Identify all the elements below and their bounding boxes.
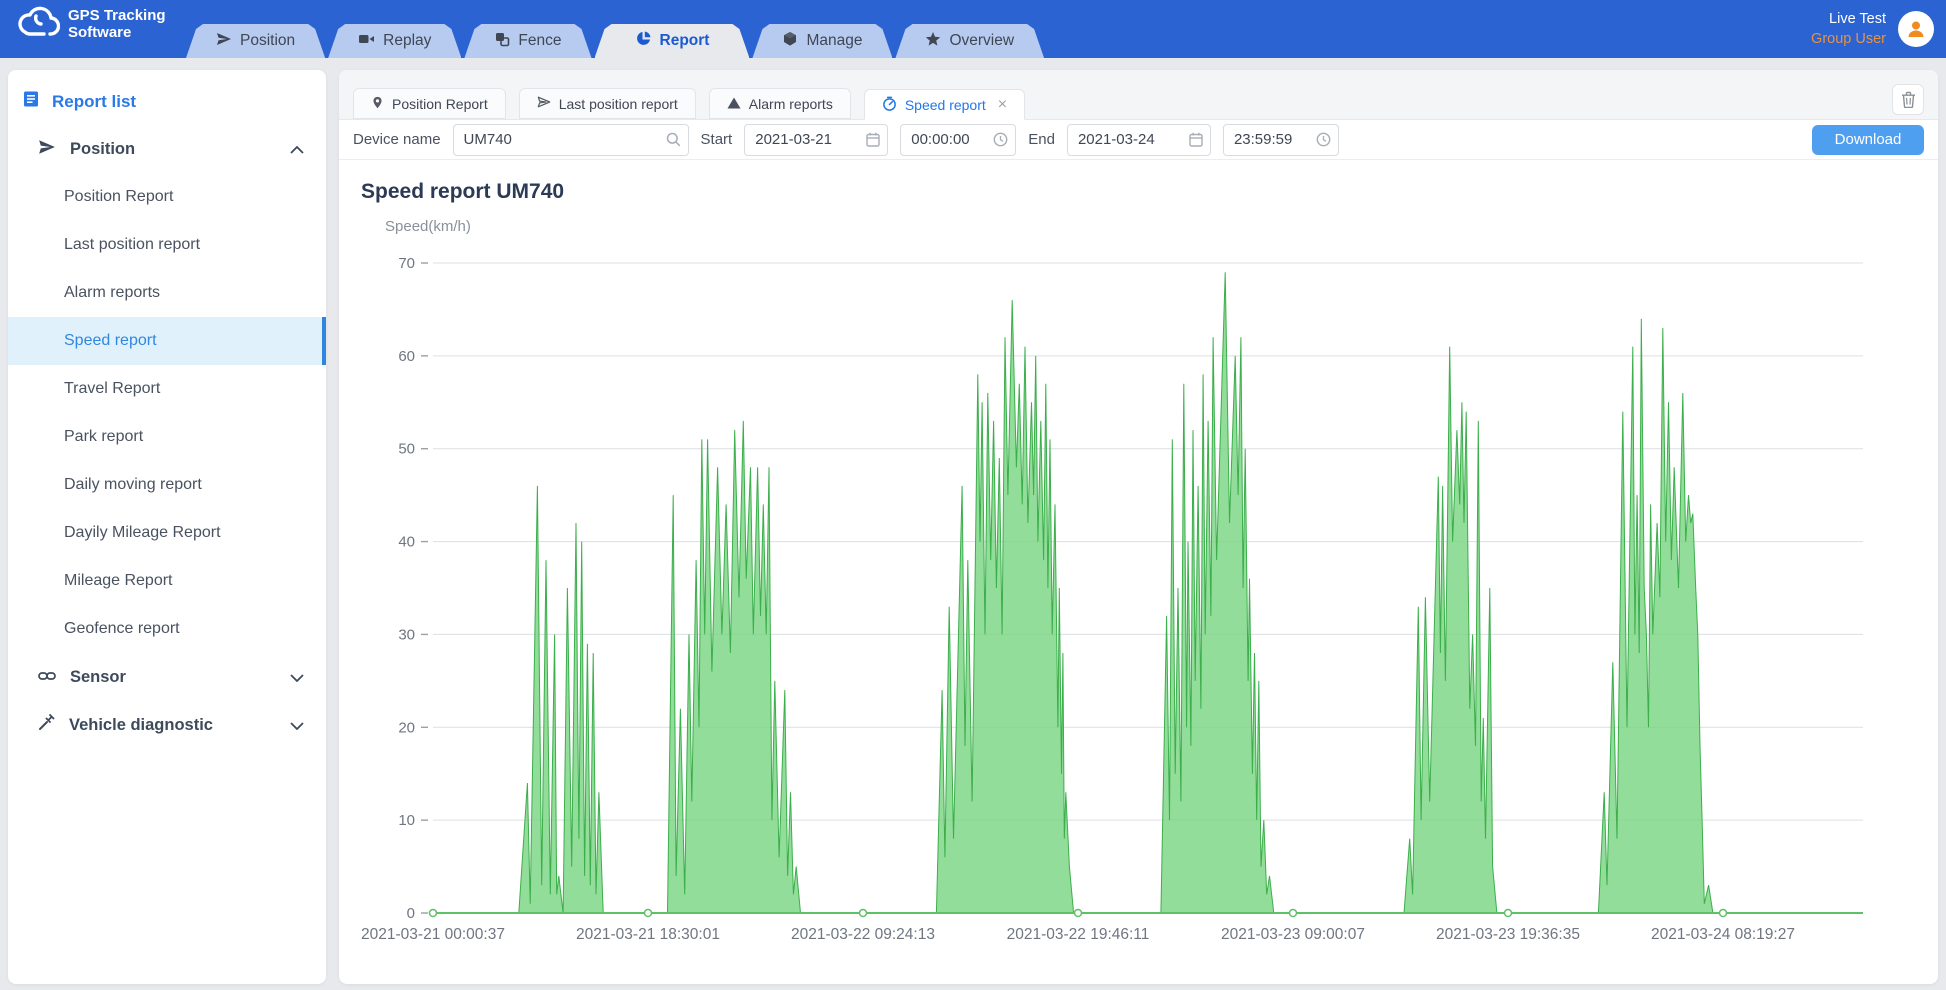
sidebar-item-travel-report[interactable]: Travel Report xyxy=(8,365,326,413)
start-date-field xyxy=(744,124,888,156)
send-icon xyxy=(38,138,56,161)
chart-title: Speed report UM740 xyxy=(339,160,1938,208)
video-camera-icon xyxy=(358,32,375,51)
svg-text:30: 30 xyxy=(398,626,415,643)
svg-text:50: 50 xyxy=(398,441,415,458)
svg-text:2021-03-21 18:30:01: 2021-03-21 18:30:01 xyxy=(576,926,720,943)
chevron-up-icon xyxy=(290,140,304,159)
tab-position-report[interactable]: Position Report xyxy=(353,88,506,119)
avatar[interactable] xyxy=(1898,11,1934,47)
nav-tab-fence[interactable]: Fence xyxy=(464,24,591,58)
start-label: Start xyxy=(701,131,733,148)
end-date-input[interactable] xyxy=(1067,124,1211,156)
svg-text:2021-03-23 19:36:35: 2021-03-23 19:36:35 xyxy=(1436,926,1580,943)
nav-tab-overview[interactable]: Overview xyxy=(895,24,1044,58)
y-axis-label: Speed(km/h) xyxy=(339,208,1938,237)
fence-icon xyxy=(494,31,510,52)
report-list-header: Report list xyxy=(8,76,326,125)
nav-tab-position[interactable]: Position xyxy=(186,24,325,58)
send-icon xyxy=(216,31,232,52)
svg-text:2021-03-23 09:00:07: 2021-03-23 09:00:07 xyxy=(1221,926,1365,943)
download-button[interactable]: Download xyxy=(1812,125,1924,155)
end-time-field xyxy=(1223,124,1339,156)
close-icon[interactable]: × xyxy=(998,96,1007,114)
svg-text:0: 0 xyxy=(407,905,415,922)
chevron-down-icon xyxy=(290,716,304,735)
app-logo: GPS Tracking Software xyxy=(0,4,186,55)
cube-icon xyxy=(782,31,798,52)
sidebar-section-vehicle-diagnostic[interactable]: Vehicle diagnostic xyxy=(8,701,326,749)
star-icon xyxy=(925,31,941,52)
top-nav: GPS Tracking Software Position Replay Fe… xyxy=(0,0,1946,58)
report-tab-bar: Position Report Last position report Ala… xyxy=(339,70,1938,120)
svg-text:2021-03-21 00:00:37: 2021-03-21 00:00:37 xyxy=(361,926,505,943)
nav-tab-manage[interactable]: Manage xyxy=(752,24,892,58)
report-main-panel: Position Report Last position report Ala… xyxy=(339,70,1938,984)
svg-text:60: 60 xyxy=(398,348,415,365)
user-role: Group User xyxy=(1811,29,1886,49)
chevron-down-icon xyxy=(290,668,304,687)
tab-last-position-report[interactable]: Last position report xyxy=(519,88,696,119)
pie-chart-icon xyxy=(635,30,652,52)
map-pin-icon xyxy=(371,95,384,113)
user-name: Live Test xyxy=(1811,9,1886,29)
svg-text:20: 20 xyxy=(398,719,415,736)
sidebar-section-sensor[interactable]: Sensor xyxy=(8,653,326,701)
sidebar-item-daily-moving-report[interactable]: Daily moving report xyxy=(8,461,326,509)
start-time-field xyxy=(900,124,1016,156)
sidebar-item-mileage-report[interactable]: Mileage Report xyxy=(8,557,326,605)
svg-text:2021-03-22 09:24:13: 2021-03-22 09:24:13 xyxy=(791,926,935,943)
sidebar-item-alarm-reports[interactable]: Alarm reports xyxy=(8,269,326,317)
sidebar-item-speed-report[interactable]: Speed report xyxy=(8,317,326,365)
user-info: Live Test Group User xyxy=(1811,9,1886,49)
warning-triangle-icon xyxy=(727,96,741,112)
device-name-label: Device name xyxy=(353,131,441,148)
svg-text:70: 70 xyxy=(398,255,415,272)
report-sidebar: Report list Position Position Report Las… xyxy=(8,70,326,984)
sidebar-item-geofence-report[interactable]: Geofence report xyxy=(8,605,326,653)
tab-speed-report[interactable]: Speed report × xyxy=(864,89,1025,120)
end-date-field xyxy=(1067,124,1211,156)
cloud-logo-icon xyxy=(14,4,60,45)
speed-chart: 0 10 20 30 40 50 60 70 2021-03-21 00:00:37 2021-0… xyxy=(339,237,1938,984)
svg-text:40: 40 xyxy=(398,534,415,551)
start-time-input[interactable] xyxy=(900,124,1016,156)
sidebar-item-position-report[interactable]: Position Report xyxy=(8,173,326,221)
device-name-field xyxy=(453,124,689,156)
document-icon xyxy=(22,90,40,113)
wrench-icon xyxy=(38,714,55,736)
end-label: End xyxy=(1028,131,1055,148)
app-title: GPS Tracking Software xyxy=(68,7,166,41)
start-date-input[interactable] xyxy=(744,124,888,156)
nav-tab-replay[interactable]: Replay xyxy=(328,24,461,58)
person-icon xyxy=(1905,18,1927,40)
svg-text:10: 10 xyxy=(398,812,415,829)
sidebar-item-last-position-report[interactable]: Last position report xyxy=(8,221,326,269)
user-area: Live Test Group User xyxy=(1811,0,1934,58)
delete-tabs-button[interactable] xyxy=(1892,84,1924,115)
nav-tab-report[interactable]: Report xyxy=(595,24,750,58)
sidebar-item-dayily-mileage-report[interactable]: Dayily Mileage Report xyxy=(8,509,326,557)
main-nav-tabs: Position Replay Fence Report Manage Over… xyxy=(186,24,1047,58)
device-name-input[interactable] xyxy=(453,124,689,156)
sidebar-section-position[interactable]: Position xyxy=(8,125,326,173)
link-icon xyxy=(38,668,56,687)
report-toolbar: Device name Start End xyxy=(339,120,1938,160)
sidebar-item-park-report[interactable]: Park report xyxy=(8,413,326,461)
send-outline-icon xyxy=(537,95,551,112)
svg-text:2021-03-24 08:19:27: 2021-03-24 08:19:27 xyxy=(1651,926,1795,943)
trash-icon xyxy=(1901,91,1916,108)
svg-text:2021-03-22 19:46:11: 2021-03-22 19:46:11 xyxy=(1007,926,1150,943)
tab-alarm-reports[interactable]: Alarm reports xyxy=(709,88,851,119)
end-time-input[interactable] xyxy=(1223,124,1339,156)
speed-area-chart: 0 10 20 30 40 50 60 70 2021-03-21 00:00:37 2021-0… xyxy=(343,237,1933,979)
speedometer-icon xyxy=(882,96,897,114)
